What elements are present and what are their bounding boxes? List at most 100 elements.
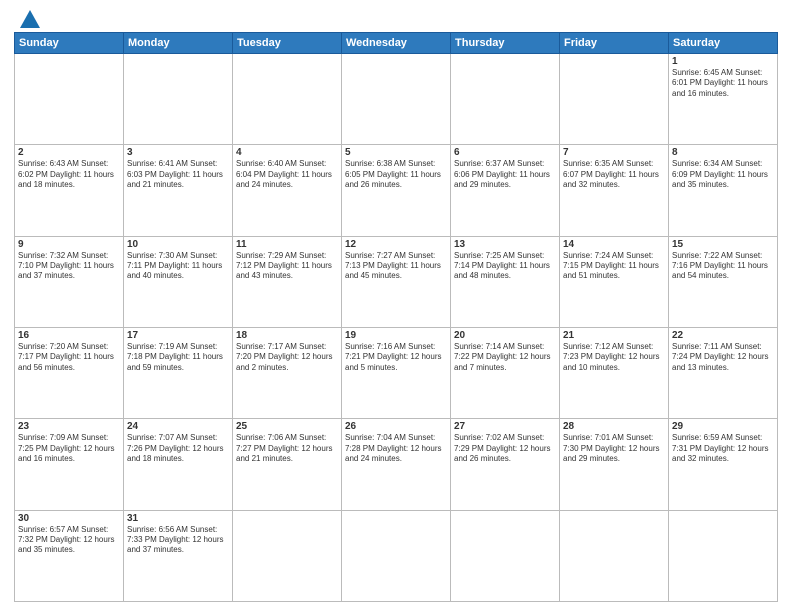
calendar-cell: [669, 510, 778, 601]
day-number: 2: [18, 147, 120, 158]
day-number: 19: [345, 330, 447, 341]
day-number: 22: [672, 330, 774, 341]
logo-triangle-icon: [20, 10, 40, 28]
calendar-cell: 10Sunrise: 7:30 AM Sunset: 7:11 PM Dayli…: [124, 236, 233, 327]
day-number: 5: [345, 147, 447, 158]
day-info: Sunrise: 6:45 AM Sunset: 6:01 PM Dayligh…: [672, 68, 774, 99]
day-number: 14: [563, 239, 665, 250]
calendar-cell: 9Sunrise: 7:32 AM Sunset: 7:10 PM Daylig…: [15, 236, 124, 327]
day-number: 12: [345, 239, 447, 250]
day-number: 3: [127, 147, 229, 158]
day-info: Sunrise: 7:27 AM Sunset: 7:13 PM Dayligh…: [345, 251, 447, 282]
day-info: Sunrise: 6:35 AM Sunset: 6:07 PM Dayligh…: [563, 159, 665, 190]
weekday-header-thursday: Thursday: [451, 33, 560, 54]
day-info: Sunrise: 6:38 AM Sunset: 6:05 PM Dayligh…: [345, 159, 447, 190]
day-number: 4: [236, 147, 338, 158]
day-info: Sunrise: 6:56 AM Sunset: 7:33 PM Dayligh…: [127, 525, 229, 556]
day-number: 20: [454, 330, 556, 341]
day-info: Sunrise: 7:07 AM Sunset: 7:26 PM Dayligh…: [127, 433, 229, 464]
day-info: Sunrise: 7:29 AM Sunset: 7:12 PM Dayligh…: [236, 251, 338, 282]
week-row-3: 16Sunrise: 7:20 AM Sunset: 7:17 PM Dayli…: [15, 327, 778, 418]
calendar-cell: 16Sunrise: 7:20 AM Sunset: 7:17 PM Dayli…: [15, 327, 124, 418]
day-info: Sunrise: 7:06 AM Sunset: 7:27 PM Dayligh…: [236, 433, 338, 464]
calendar-cell: 21Sunrise: 7:12 AM Sunset: 7:23 PM Dayli…: [560, 327, 669, 418]
day-info: Sunrise: 7:32 AM Sunset: 7:10 PM Dayligh…: [18, 251, 120, 282]
calendar-cell: 15Sunrise: 7:22 AM Sunset: 7:16 PM Dayli…: [669, 236, 778, 327]
weekday-header-friday: Friday: [560, 33, 669, 54]
calendar-cell: 11Sunrise: 7:29 AM Sunset: 7:12 PM Dayli…: [233, 236, 342, 327]
calendar-cell: 24Sunrise: 7:07 AM Sunset: 7:26 PM Dayli…: [124, 419, 233, 510]
calendar-cell: 2Sunrise: 6:43 AM Sunset: 6:02 PM Daylig…: [15, 145, 124, 236]
calendar-cell: 18Sunrise: 7:17 AM Sunset: 7:20 PM Dayli…: [233, 327, 342, 418]
day-info: Sunrise: 7:25 AM Sunset: 7:14 PM Dayligh…: [454, 251, 556, 282]
calendar-cell: 30Sunrise: 6:57 AM Sunset: 7:32 PM Dayli…: [15, 510, 124, 601]
day-number: 29: [672, 421, 774, 432]
calendar-cell: 12Sunrise: 7:27 AM Sunset: 7:13 PM Dayli…: [342, 236, 451, 327]
calendar-cell: [451, 54, 560, 145]
calendar-cell: 27Sunrise: 7:02 AM Sunset: 7:29 PM Dayli…: [451, 419, 560, 510]
day-info: Sunrise: 7:30 AM Sunset: 7:11 PM Dayligh…: [127, 251, 229, 282]
week-row-4: 23Sunrise: 7:09 AM Sunset: 7:25 PM Dayli…: [15, 419, 778, 510]
day-number: 21: [563, 330, 665, 341]
day-number: 9: [18, 239, 120, 250]
day-info: Sunrise: 6:41 AM Sunset: 6:03 PM Dayligh…: [127, 159, 229, 190]
day-number: 6: [454, 147, 556, 158]
calendar-table: SundayMondayTuesdayWednesdayThursdayFrid…: [14, 32, 778, 602]
day-number: 1: [672, 56, 774, 67]
day-info: Sunrise: 7:01 AM Sunset: 7:30 PM Dayligh…: [563, 433, 665, 464]
calendar-cell: 6Sunrise: 6:37 AM Sunset: 6:06 PM Daylig…: [451, 145, 560, 236]
calendar-cell: 29Sunrise: 6:59 AM Sunset: 7:31 PM Dayli…: [669, 419, 778, 510]
day-number: 30: [18, 513, 120, 524]
week-row-1: 2Sunrise: 6:43 AM Sunset: 6:02 PM Daylig…: [15, 145, 778, 236]
day-number: 8: [672, 147, 774, 158]
calendar-cell: [233, 54, 342, 145]
weekday-header-row: SundayMondayTuesdayWednesdayThursdayFrid…: [15, 33, 778, 54]
day-number: 25: [236, 421, 338, 432]
calendar-cell: [342, 54, 451, 145]
day-info: Sunrise: 6:57 AM Sunset: 7:32 PM Dayligh…: [18, 525, 120, 556]
calendar-cell: 14Sunrise: 7:24 AM Sunset: 7:15 PM Dayli…: [560, 236, 669, 327]
day-number: 11: [236, 239, 338, 250]
logo: [14, 10, 40, 28]
day-info: Sunrise: 6:59 AM Sunset: 7:31 PM Dayligh…: [672, 433, 774, 464]
day-info: Sunrise: 6:37 AM Sunset: 6:06 PM Dayligh…: [454, 159, 556, 190]
day-info: Sunrise: 7:22 AM Sunset: 7:16 PM Dayligh…: [672, 251, 774, 282]
day-info: Sunrise: 7:09 AM Sunset: 7:25 PM Dayligh…: [18, 433, 120, 464]
weekday-header-saturday: Saturday: [669, 33, 778, 54]
calendar-cell: 5Sunrise: 6:38 AM Sunset: 6:05 PM Daylig…: [342, 145, 451, 236]
day-info: Sunrise: 7:12 AM Sunset: 7:23 PM Dayligh…: [563, 342, 665, 373]
day-info: Sunrise: 7:04 AM Sunset: 7:28 PM Dayligh…: [345, 433, 447, 464]
logo-area: [14, 10, 40, 28]
day-number: 31: [127, 513, 229, 524]
day-info: Sunrise: 7:16 AM Sunset: 7:21 PM Dayligh…: [345, 342, 447, 373]
week-row-5: 30Sunrise: 6:57 AM Sunset: 7:32 PM Dayli…: [15, 510, 778, 601]
weekday-header-sunday: Sunday: [15, 33, 124, 54]
weekday-header-wednesday: Wednesday: [342, 33, 451, 54]
day-number: 18: [236, 330, 338, 341]
day-number: 26: [345, 421, 447, 432]
day-info: Sunrise: 7:11 AM Sunset: 7:24 PM Dayligh…: [672, 342, 774, 373]
day-number: 15: [672, 239, 774, 250]
day-info: Sunrise: 6:43 AM Sunset: 6:02 PM Dayligh…: [18, 159, 120, 190]
day-number: 24: [127, 421, 229, 432]
day-info: Sunrise: 7:02 AM Sunset: 7:29 PM Dayligh…: [454, 433, 556, 464]
day-number: 17: [127, 330, 229, 341]
calendar-cell: 23Sunrise: 7:09 AM Sunset: 7:25 PM Dayli…: [15, 419, 124, 510]
calendar-cell: [451, 510, 560, 601]
calendar-cell: [233, 510, 342, 601]
calendar-cell: [560, 510, 669, 601]
day-info: Sunrise: 7:24 AM Sunset: 7:15 PM Dayligh…: [563, 251, 665, 282]
calendar-cell: 19Sunrise: 7:16 AM Sunset: 7:21 PM Dayli…: [342, 327, 451, 418]
calendar-cell: 8Sunrise: 6:34 AM Sunset: 6:09 PM Daylig…: [669, 145, 778, 236]
day-info: Sunrise: 7:17 AM Sunset: 7:20 PM Dayligh…: [236, 342, 338, 373]
calendar-cell: [560, 54, 669, 145]
day-number: 10: [127, 239, 229, 250]
calendar-cell: 13Sunrise: 7:25 AM Sunset: 7:14 PM Dayli…: [451, 236, 560, 327]
calendar-cell: [342, 510, 451, 601]
day-info: Sunrise: 7:19 AM Sunset: 7:18 PM Dayligh…: [127, 342, 229, 373]
calendar-cell: 1Sunrise: 6:45 AM Sunset: 6:01 PM Daylig…: [669, 54, 778, 145]
weekday-header-monday: Monday: [124, 33, 233, 54]
calendar-cell: 25Sunrise: 7:06 AM Sunset: 7:27 PM Dayli…: [233, 419, 342, 510]
weekday-header-tuesday: Tuesday: [233, 33, 342, 54]
day-info: Sunrise: 6:34 AM Sunset: 6:09 PM Dayligh…: [672, 159, 774, 190]
